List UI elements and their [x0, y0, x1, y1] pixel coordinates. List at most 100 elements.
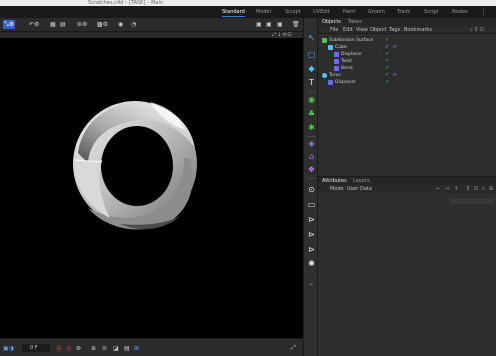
render-settings-icon[interactable]: ▣: [277, 20, 283, 29]
layout-tab-sculpt[interactable]: Sculpt: [285, 9, 301, 15]
object-row[interactable]: Subdivision Surface ⁚ ✓: [318, 37, 496, 44]
menu-tags[interactable]: Tags: [389, 27, 400, 33]
new-window-icon[interactable]: ⊞: [489, 186, 493, 192]
object-row[interactable]: Displacer ⁚ ✓: [318, 51, 496, 58]
expand-icon[interactable]: ⊞: [134, 344, 139, 352]
visibility-dots-icon[interactable]: ⁚: [378, 51, 379, 58]
object-name[interactable]: Subdivision Surface: [329, 37, 373, 44]
object-name[interactable]: Twist: [341, 58, 352, 65]
enabled-check-icon[interactable]: ✓: [385, 37, 389, 44]
object-row[interactable]: Bend ⁚ ✓: [318, 65, 496, 72]
enabled-check-icon[interactable]: ✓: [385, 51, 389, 58]
tab-takes[interactable]: Takes: [348, 19, 362, 25]
layout-tab-track[interactable]: Track: [397, 9, 410, 15]
object-name[interactable]: Torus: [329, 72, 341, 79]
render-to-po-icon[interactable]: ⊳: [306, 230, 317, 240]
object-row[interactable]: Torus ⁚ ✓ ⊳: [318, 72, 496, 79]
render-icon[interactable]: ◪: [113, 344, 119, 352]
axis-icon[interactable]: ⊛⚙: [77, 20, 87, 29]
generator-icon[interactable]: ◉: [306, 95, 317, 105]
search-icon[interactable]: ⌕: [482, 186, 485, 192]
layout-tab-nodes[interactable]: Nodes: [452, 9, 468, 15]
object-row[interactable]: Cube ⁚ ✓ ⊳: [318, 44, 496, 51]
scene-icon[interactable]: ❖: [306, 165, 317, 175]
enabled-check-icon[interactable]: ✓: [385, 65, 389, 72]
light-icon[interactable]: ✺: [306, 259, 317, 269]
menu-object[interactable]: Object: [370, 27, 386, 33]
clapper-icon[interactable]: ▭: [306, 200, 317, 210]
vertical-dots-icon[interactable]: ⋮: [480, 8, 487, 16]
enabled-check-icon[interactable]: ✓: [385, 79, 389, 86]
layout-tab-uvedit[interactable]: UVEdit: [313, 9, 330, 15]
object-name[interactable]: Bend: [341, 65, 353, 72]
camera-icon[interactable]: ▣◑: [3, 344, 14, 352]
layout-tab-model[interactable]: Model: [256, 9, 271, 15]
lock-icon[interactable]: ⊡: [474, 186, 478, 192]
visibility-dots-icon[interactable]: ⁚: [378, 44, 379, 51]
deformer-icon[interactable]: ✱: [306, 123, 317, 133]
enabled-check-icon[interactable]: ✓: [385, 72, 389, 79]
render-queue-icon[interactable]: ⊳: [306, 245, 317, 255]
object-row[interactable]: Twist ⁚ ✓: [318, 58, 496, 65]
cube-solid-icon[interactable]: ◆: [306, 64, 317, 74]
visibility-dots-icon[interactable]: ⁚: [378, 79, 379, 86]
render-region-icon[interactable]: ▩⚙: [97, 20, 108, 29]
layout-tab-script[interactable]: Script: [424, 9, 439, 15]
cursor-icon[interactable]: ↖: [306, 33, 317, 43]
tab-attributes[interactable]: Attributes: [322, 178, 347, 184]
attribute-field[interactable]: [450, 198, 494, 204]
render-picture-viewer-icon[interactable]: ▣: [266, 20, 272, 29]
up-icon[interactable]: ↑: [454, 186, 458, 192]
snap-icon[interactable]: ▦: [50, 20, 56, 29]
menu-edit[interactable]: Edit: [343, 27, 353, 33]
object-row[interactable]: Displacer ⁚ ✓: [318, 79, 496, 86]
menu-mode[interactable]: Mode: [330, 186, 344, 192]
record-active-icon[interactable]: ⦿: [56, 344, 62, 353]
visibility-dots-icon[interactable]: ⁚: [378, 58, 379, 65]
record-icon[interactable]: ◉: [118, 20, 123, 29]
field-icon[interactable]: ◈: [306, 139, 317, 149]
python-icon[interactable]: ⌁: [306, 280, 317, 290]
phong-tag-icon[interactable]: ⊳: [393, 72, 397, 79]
workplane-icon[interactable]: ▤: [60, 20, 66, 29]
cube-icon[interactable]: ▢: [306, 50, 317, 60]
timer-icon[interactable]: ◔: [131, 20, 136, 29]
layout-tab-standard[interactable]: Standard: [222, 9, 245, 17]
tag-icon[interactable]: ⌂: [306, 152, 317, 162]
menu-user-data[interactable]: User Data: [347, 186, 372, 192]
autokey-icon[interactable]: ⊚: [76, 344, 81, 352]
keyframe-icon[interactable]: Ⓐ: [66, 344, 72, 353]
visibility-dots-icon[interactable]: ⁚: [378, 72, 379, 79]
subdivision-icon[interactable]: ♣: [306, 109, 317, 119]
timeline-icon[interactable]: ▤: [124, 344, 130, 352]
trash-icon[interactable]: 🗑: [292, 20, 300, 29]
visibility-dots-icon[interactable]: ⁚: [378, 37, 379, 44]
forward-icon[interactable]: →: [445, 186, 449, 192]
layout-tab-groom[interactable]: Groom: [368, 9, 385, 15]
menu-view[interactable]: View: [356, 27, 368, 33]
tab-objects[interactable]: Objects: [322, 19, 341, 25]
filter-icon[interactable]: ⊽: [466, 186, 470, 192]
tab-layers[interactable]: Layers: [353, 178, 370, 184]
render-view-icon[interactable]: ▣: [256, 20, 262, 29]
search-icon[interactable]: ⌕ ⊽ ⊡: [470, 27, 484, 33]
undo-icon[interactable]: ↶⚙: [29, 20, 39, 29]
move-tool-icon[interactable]: ⤡⚙: [3, 20, 16, 29]
grid-icon[interactable]: ⊕: [91, 344, 96, 352]
object-name[interactable]: Displacer: [335, 79, 356, 86]
render-icon[interactable]: ⊳: [306, 215, 317, 225]
enabled-check-icon[interactable]: ✓: [385, 58, 389, 65]
text-icon[interactable]: T: [306, 78, 317, 88]
frame-field[interactable]: 0 F: [22, 344, 50, 352]
phong-tag-icon[interactable]: ⊳: [393, 44, 397, 51]
object-name[interactable]: Displacer: [341, 51, 362, 58]
menu-bookmarks[interactable]: Bookmarks: [404, 27, 432, 33]
object-name[interactable]: Cube: [335, 44, 347, 51]
back-icon[interactable]: ←: [436, 186, 440, 192]
viewport[interactable]: [0, 38, 303, 338]
menu-file[interactable]: File: [330, 27, 338, 33]
maximize-icon[interactable]: ⤢: [291, 344, 296, 352]
layout-tab-paint[interactable]: Paint: [343, 9, 355, 15]
snap-icon[interactable]: ⊘: [102, 344, 107, 352]
enabled-check-icon[interactable]: ✓: [385, 44, 389, 51]
